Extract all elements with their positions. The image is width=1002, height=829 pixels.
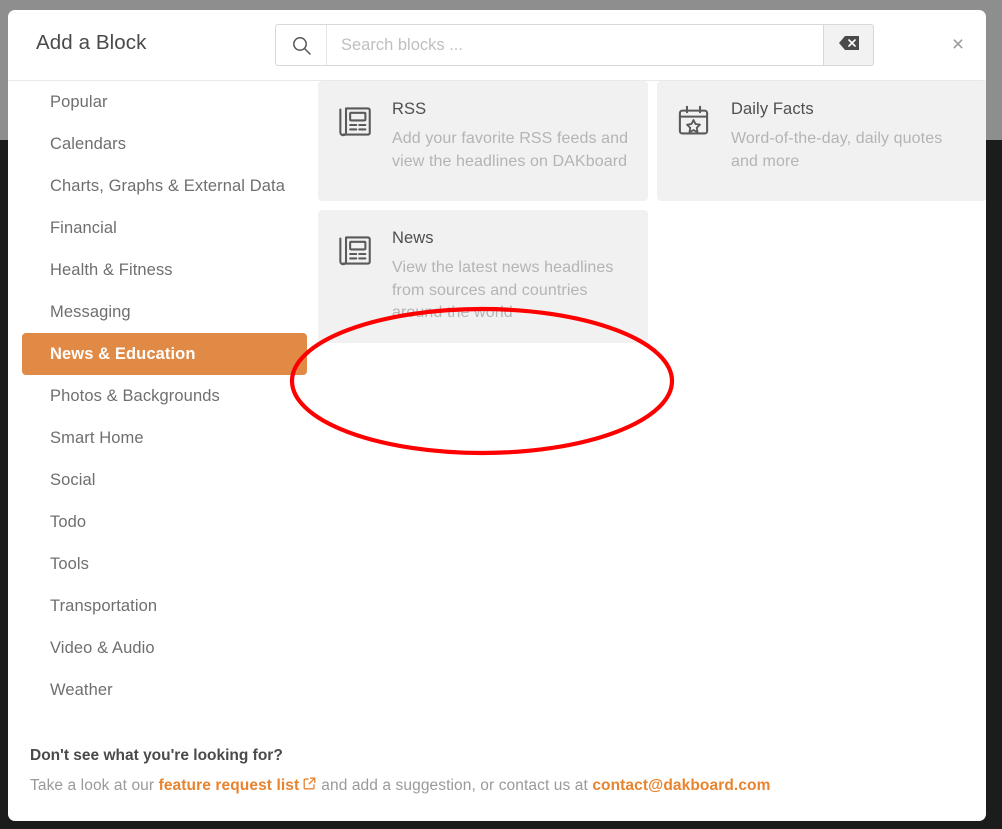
newspaper-icon [336, 228, 392, 325]
modal-header: Add a Block Search blocks ... × [8, 10, 986, 81]
page-background-right [984, 140, 1002, 829]
sidebar-item-label: Weather [50, 680, 113, 699]
block-title: Daily Facts [731, 100, 814, 118]
block-description: Add your favorite RSS feeds and view the… [392, 130, 629, 170]
block-title: RSS [392, 100, 427, 118]
sidebar-item-label: Video & Audio [50, 638, 155, 657]
sidebar-item-news-education[interactable]: News & Education [22, 333, 307, 375]
block-card-news[interactable]: News View the latest news headlines from… [318, 210, 648, 344]
calendar-star-icon [675, 99, 731, 183]
contact-email-link[interactable]: contact@dakboard.com [592, 777, 770, 795]
footer-text-middle: and add a suggestion, or contact us at [321, 777, 588, 794]
search-input[interactable] [326, 24, 823, 66]
sidebar-item-calendars[interactable]: Calendars [22, 123, 307, 165]
sidebar-item-smart-home[interactable]: Smart Home [22, 417, 307, 459]
sidebar-item-weather[interactable]: Weather [22, 669, 307, 711]
sidebar-item-label: Popular [50, 92, 108, 111]
backspace-icon [838, 35, 860, 56]
footer-text-before: Take a look at our [30, 777, 155, 794]
external-link-icon [303, 777, 316, 795]
sidebar-item-todo[interactable]: Todo [22, 501, 307, 543]
sidebar-item-messaging[interactable]: Messaging [22, 291, 307, 333]
block-row: RSS Add your favorite RSS feeds and view… [318, 81, 986, 201]
sidebar-item-health-fitness[interactable]: Health & Fitness [22, 249, 307, 291]
block-card-daily-facts[interactable]: Daily Facts Word-of-the-day, daily quote… [657, 81, 986, 201]
sidebar-item-label: Transportation [50, 596, 158, 615]
close-icon: × [951, 32, 965, 56]
sidebar-item-tools[interactable]: Tools [22, 543, 307, 585]
newspaper-icon [336, 99, 392, 183]
sidebar-item-label: Tools [50, 554, 90, 573]
sidebar-item-label: Calendars [50, 134, 127, 153]
modal-footer: Don't see what you're looking for? Take … [8, 747, 986, 821]
sidebar-item-popular[interactable]: Popular [22, 81, 307, 123]
sidebar-item-charts-graphs-external-data[interactable]: Charts, Graphs & External Data [22, 165, 307, 207]
block-title: News [392, 229, 434, 247]
block-card-text: RSS Add your favorite RSS feeds and view… [392, 99, 632, 183]
screen: Add a Block Search blocks ... × Popular … [0, 0, 1002, 829]
block-card-rss[interactable]: RSS Add your favorite RSS feeds and view… [318, 81, 648, 201]
sidebar-item-transportation[interactable]: Transportation [22, 585, 307, 627]
block-row: News View the latest news headlines from… [318, 210, 986, 344]
sidebar-item-label: Health & Fitness [50, 260, 173, 279]
block-grid: RSS Add your favorite RSS feeds and view… [318, 81, 986, 352]
sidebar-item-label: Financial [50, 218, 117, 237]
feature-request-link[interactable]: feature request list [159, 777, 300, 795]
footer-text: Take a look at our feature request list a… [22, 777, 986, 795]
sidebar-item-video-audio[interactable]: Video & Audio [22, 627, 307, 669]
sidebar-item-label: News & Education [50, 344, 196, 363]
sidebar-item-label: Messaging [50, 302, 131, 321]
sidebar-item-label: Charts, Graphs & External Data [50, 176, 286, 195]
sidebar-item-label: Social [50, 470, 96, 489]
sidebar-item-social[interactable]: Social [22, 459, 307, 501]
block-card-text: News View the latest news headlines from… [392, 228, 632, 325]
search-bar [275, 24, 874, 66]
search-button[interactable] [275, 24, 326, 66]
category-sidebar: Popular Calendars Charts, Graphs & Exter… [22, 81, 307, 711]
sidebar-item-financial[interactable]: Financial [22, 207, 307, 249]
sidebar-item-label: Smart Home [50, 428, 144, 447]
block-card-text: Daily Facts Word-of-the-day, daily quote… [731, 99, 971, 183]
footer-heading: Don't see what you're looking for? [30, 747, 283, 764]
sidebar-item-label: Photos & Backgrounds [50, 386, 220, 405]
sidebar-item-photos-backgrounds[interactable]: Photos & Backgrounds [22, 375, 307, 417]
add-block-modal: Add a Block Search blocks ... × Popular … [8, 10, 986, 821]
sidebar-item-label: Todo [50, 512, 87, 531]
search-icon [291, 35, 312, 56]
close-button[interactable]: × [944, 30, 972, 58]
block-description: View the latest news headlines from sour… [392, 259, 614, 322]
page-title: Add a Block [36, 31, 147, 54]
modal-body: Popular Calendars Charts, Graphs & Exter… [8, 81, 986, 741]
clear-search-button[interactable] [823, 24, 874, 66]
block-description: Word-of-the-day, daily quotes and more [731, 130, 943, 170]
